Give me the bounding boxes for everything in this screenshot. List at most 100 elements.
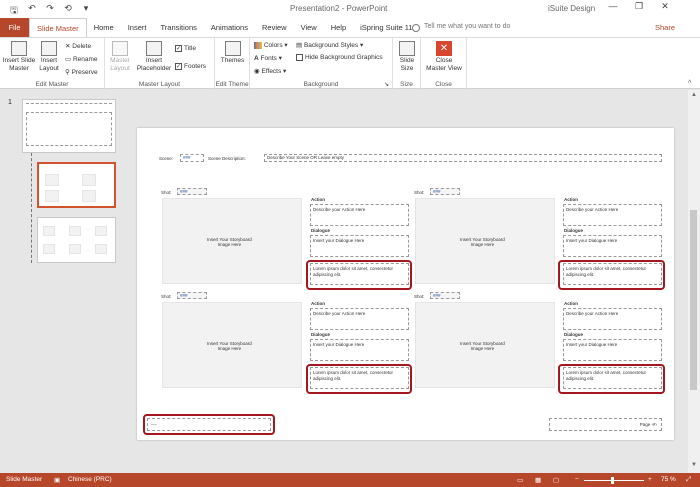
layout-thumbnail-selected[interactable] [37,162,116,208]
dialogue-field[interactable]: Insert your Dialogue Here [563,339,662,361]
zoom-level[interactable]: 75 % [661,476,676,483]
title-checkbox[interactable]: ✓ Title [175,45,196,52]
start-from-beginning-icon[interactable]: ⟲ [62,3,74,19]
user-name[interactable]: iSuite Design [548,4,595,13]
restore-button[interactable]: ❐ [626,1,652,12]
language-status[interactable]: Chinese (PRC) [68,476,112,483]
undo-icon[interactable]: ↶ [26,3,38,19]
scene-description-field[interactable]: Describe Your Scene OR Leave empty [264,154,662,162]
zoom-out-icon[interactable]: − [575,476,579,483]
shot-number-field[interactable]: ### [430,292,460,299]
shot-number-field[interactable]: ### [430,188,460,195]
tab-animations[interactable]: Animations [204,18,255,37]
preserve-button[interactable]: ⚲ Preserve [65,68,98,76]
group-label: Size [400,81,413,88]
dialogue-label: Dialogue [564,332,584,337]
action-field[interactable]: Describe your Action Here [310,308,409,330]
scroll-down-icon[interactable]: ▼ [691,462,697,468]
redo-icon[interactable]: ↷ [44,3,56,19]
tab-slide-master[interactable]: Slide Master [29,18,87,37]
action-field[interactable]: Describe your Action Here [310,204,409,226]
customize-qat-icon[interactable]: ▾ [80,3,92,19]
layout-thumbnail[interactable] [37,217,116,263]
delete-button[interactable]: ✕ Delete [65,42,91,50]
check-icon: ✓ [175,63,182,70]
thumb-image [69,244,81,254]
thumb-image [69,226,81,236]
tab-transitions[interactable]: Transitions [153,18,203,37]
reading-view-icon[interactable]: ▢ [553,476,559,484]
shot-label: Shot: [414,190,425,195]
dialog-launcher-icon[interactable]: ↘ [384,81,389,88]
insert-slide-master-button[interactable]: Insert Slide Master [2,41,36,73]
master-layout-button[interactable]: Master Layout [107,41,133,73]
effects-button[interactable]: ◉ Effects ▾ [254,67,286,75]
thumb-image [95,244,107,254]
zoom-in-icon[interactable]: + [648,476,652,483]
group-master-layout: Master Layout Insert Placeholder ✓ Title … [105,38,215,90]
highlight-box [143,414,275,435]
proofing-icon[interactable]: ▣ [54,476,60,484]
themes-icon [224,41,241,56]
tell-me-search[interactable]: Tell me what you want to do [424,23,510,30]
dialogue-label: Dialogue [311,228,331,233]
fit-to-window-icon[interactable]: ⤢ [686,476,691,484]
tab-file[interactable]: File [0,18,29,37]
action-field[interactable]: Describe your Action Here [563,204,662,226]
dialogue-field[interactable]: Insert your Dialogue Here [310,339,409,361]
fonts-button[interactable]: A Fonts ▾ [254,54,282,62]
tab-insert[interactable]: Insert [121,18,154,37]
quick-access-toolbar: 🖫 ↶ ↷ ⟲ ▾ [8,3,92,19]
dialogue-label: Dialogue [311,332,331,337]
dialogue-field[interactable]: Insert your Dialogue Here [310,235,409,257]
close-master-view-button[interactable]: ✕ Close Master View [423,41,465,73]
footers-checkbox[interactable]: ✓ Footers [175,63,206,70]
group-size: Slide Size Size [393,38,421,90]
colors-button[interactable]: Colors ▾ [254,41,288,49]
status-bar: Slide Master ▣ Chinese (PRC) ▭ ▦ ▢ − + 7… [0,473,700,487]
storyboard-image-placeholder[interactable]: Insert Your Storyboard Image Here [415,302,555,388]
background-styles-button[interactable]: ▤ Background Styles ▾ [296,41,363,49]
save-icon[interactable]: 🖫 [8,3,20,19]
normal-view-icon[interactable]: ▭ [517,476,523,484]
hide-background-graphics-checkbox[interactable]: Hide Background Graphics [296,54,383,61]
slide-sorter-icon[interactable]: ▦ [535,476,541,484]
insert-layout-button[interactable]: Insert Layout [37,41,61,73]
action-field[interactable]: Describe your Action Here [563,308,662,330]
zoom-slider[interactable] [584,480,644,481]
zoom-slider-thumb[interactable] [611,477,614,484]
themes-button[interactable]: Themes [219,41,246,65]
share-button[interactable]: Share [655,23,675,32]
collapse-ribbon-icon[interactable]: ^ [688,80,691,87]
rename-button[interactable]: ▭ Rename [65,55,98,63]
shot-number-field[interactable]: ### [177,292,207,299]
shot-label: Shot: [161,190,172,195]
slide-number: 1 [8,99,12,106]
scroll-thumb[interactable] [690,210,697,390]
dialogue-field[interactable]: Insert your Dialogue Here [563,235,662,257]
slide-size-button[interactable]: Slide Size [396,41,418,73]
thumb-title-line [26,103,112,104]
master-thumbnail[interactable] [22,99,116,153]
scroll-up-icon[interactable]: ▲ [691,92,697,98]
fonts-icon: A [254,55,259,62]
shot-label: Shot: [161,294,172,299]
tab-home[interactable]: Home [87,18,121,37]
storyboard-image-placeholder[interactable]: Insert Your Storyboard Image Here [415,198,555,284]
close-window-button[interactable]: ✕ [652,1,678,12]
slide-canvas[interactable]: Scene: ### Scene Description: Describe Y… [137,128,674,440]
shot-number-field[interactable]: ### [177,188,207,195]
tab-help[interactable]: Help [324,18,353,37]
tab-view[interactable]: View [294,18,324,37]
insert-placeholder-button[interactable]: Insert Placeholder [135,41,173,73]
storyboard-image-placeholder[interactable]: Insert Your Storyboard Image Here [162,198,302,284]
tab-ispring[interactable]: iSpring Suite 11 [353,18,419,37]
vertical-scrollbar[interactable]: ▲ ▼ [688,90,700,473]
storyboard-image-placeholder[interactable]: Insert Your Storyboard Image Here [162,302,302,388]
minimize-button[interactable]: — [600,1,626,12]
lightbulb-icon [412,24,420,32]
page-number-placeholder[interactable]: Page ‹#› [549,418,662,431]
tab-review[interactable]: Review [255,18,294,37]
scene-number-field[interactable]: ### [180,154,204,162]
thumb-image [95,226,107,236]
